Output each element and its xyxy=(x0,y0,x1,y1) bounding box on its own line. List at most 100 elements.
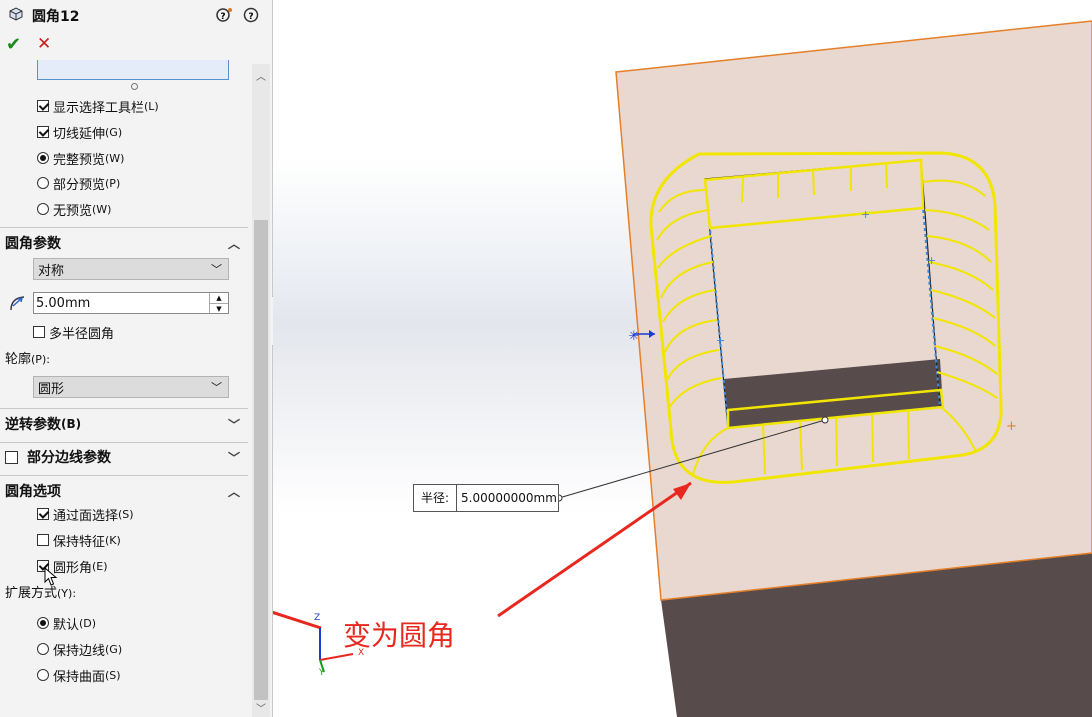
profile-select[interactable]: 圆形 ﹀ xyxy=(33,376,229,398)
section-title: 圆角参数 xyxy=(5,236,61,252)
divider xyxy=(0,227,248,228)
radius-dimension-box[interactable]: 半径: 5.00000000mm xyxy=(413,484,559,512)
spin-up-icon[interactable]: ▲ xyxy=(210,293,228,304)
chevron-down-icon[interactable]: ﹀ xyxy=(228,416,240,433)
option-label: 圆形角 xyxy=(53,560,93,576)
ok-button[interactable]: ✔ xyxy=(6,34,21,55)
section-fillet-parameters[interactable]: 圆角参数 ︿ xyxy=(0,229,248,257)
checkbox[interactable] xyxy=(33,326,45,338)
shortcut-label: (E) xyxy=(92,559,108,573)
radius-spinner[interactable]: ▲ ▼ xyxy=(209,293,228,313)
option-keep-features[interactable]: 保持特征 (K) xyxy=(37,529,121,551)
panel-scrollbar[interactable]: ︿ ﹀ xyxy=(252,64,270,717)
scroll-down-icon[interactable]: ﹀ xyxy=(256,700,266,715)
checkbox[interactable] xyxy=(37,100,49,112)
part-face[interactable] xyxy=(615,20,1092,601)
chevron-down-icon: ﹀ xyxy=(211,381,222,394)
option-full-preview[interactable]: 完整预览 (W) xyxy=(37,147,124,169)
option-label: 完整预览 xyxy=(53,152,106,168)
option-no-preview[interactable]: 无预览 (W) xyxy=(37,198,111,220)
dimension-key: 半径: xyxy=(414,485,457,511)
shortcut-label: (B) xyxy=(61,417,82,431)
shortcut-label: (W) xyxy=(105,151,125,165)
option-label: 保持曲面 xyxy=(53,669,106,685)
section-title: 圆角选项 xyxy=(5,484,61,500)
checkbox[interactable] xyxy=(37,508,49,520)
radio[interactable] xyxy=(37,203,49,215)
panel-body: 显示选择工具栏 (L) 切线延伸 (G) 完整预览 (W) 部分预览 (P) 无预览 (W… xyxy=(0,60,252,717)
option-label: 多半径圆角 xyxy=(49,326,115,342)
option-show-selection-toolbar[interactable]: 显示选择工具栏 (L) xyxy=(37,95,159,117)
profile-label: 轮廓(P): xyxy=(5,352,50,367)
origin-marker: + xyxy=(1006,419,1017,434)
checkbox[interactable] xyxy=(37,534,49,546)
section-fillet-options[interactable]: 圆角选项 ︿ xyxy=(0,477,248,505)
option-overflow-default[interactable]: 默认 (D) xyxy=(37,612,96,634)
fillet-method-select[interactable]: 对称 ﹀ xyxy=(33,258,229,280)
checkbox[interactable] xyxy=(37,126,49,138)
section-title: 逆转参数 xyxy=(5,417,61,433)
chevron-down-icon: ﹀ xyxy=(211,263,222,276)
spin-down-icon[interactable]: ▼ xyxy=(210,304,228,314)
option-select-through-faces[interactable]: 通过面选择 (S) xyxy=(37,503,134,525)
property-manager-panel: 圆角12 ? ? ✔ ✕ 显示选择工具栏 (L) 切线延伸 (G) 完整预览 (W) xyxy=(0,0,273,717)
cancel-button[interactable]: ✕ xyxy=(37,34,51,54)
leader-endpoint[interactable] xyxy=(821,416,829,424)
section-reverse-parameters[interactable]: 逆转参数 (B) ﹀ xyxy=(0,410,248,438)
dimension-value[interactable]: 5.00000000mm xyxy=(457,491,557,505)
shortcut-label: (L) xyxy=(144,99,159,113)
radio[interactable] xyxy=(37,669,49,681)
option-label: 显示选择工具栏 xyxy=(53,100,145,116)
radio[interactable] xyxy=(37,643,49,655)
shortcut-label: (W) xyxy=(92,202,112,216)
sketch-point-marker: + xyxy=(861,208,870,221)
shortcut-label: (D) xyxy=(79,616,97,630)
shortcut-label: (G) xyxy=(105,125,123,139)
shortcut-label: (G) xyxy=(105,642,123,656)
resize-handle[interactable] xyxy=(131,83,138,90)
fillet-feature-icon xyxy=(9,7,23,21)
shortcut-label: (S) xyxy=(105,668,121,682)
svg-text:?: ? xyxy=(220,12,225,22)
checkbox[interactable] xyxy=(5,450,18,464)
option-label: 保持边线 xyxy=(53,643,106,659)
option-multi-radius[interactable]: 多半径圆角 xyxy=(33,321,114,343)
radius-value: 5.00mm xyxy=(36,295,91,311)
select-value: 圆形 xyxy=(38,381,65,397)
option-label: 通过面选择 xyxy=(53,508,119,524)
panel-title: 圆角12 xyxy=(32,9,80,25)
section-partial-edge-parameters[interactable]: 部分边线参数 ﹀ xyxy=(0,443,248,471)
model-view[interactable]: + + + + ✳ xyxy=(273,0,1092,717)
option-overflow-keep-surface[interactable]: 保持曲面 (S) xyxy=(37,664,121,686)
radio[interactable] xyxy=(37,177,49,189)
radio[interactable] xyxy=(37,152,49,164)
shortcut-label: (K) xyxy=(105,533,121,547)
overflow-type-label: 扩展方式(Y): xyxy=(5,586,77,601)
graphics-viewport[interactable]: + + + + ✳ Z X Y 半径: 5.00000000mm 变为圆角 xyxy=(273,0,1092,717)
chevron-up-icon[interactable]: ︿ xyxy=(228,235,240,252)
radio[interactable] xyxy=(37,617,49,629)
divider xyxy=(0,475,248,476)
svg-text:✳: ✳ xyxy=(629,329,640,344)
annotation-text: 变为圆角 xyxy=(343,619,456,652)
detailed-preview-help-icon[interactable]: ? xyxy=(216,7,232,23)
panel-header: 圆角12 ? ? ✔ ✕ xyxy=(0,0,272,60)
select-value: 对称 xyxy=(38,263,65,279)
shortcut-label: (P) xyxy=(105,176,121,190)
option-overflow-keep-edge[interactable]: 保持边线 (G) xyxy=(37,638,122,660)
scroll-up-icon[interactable]: ︿ xyxy=(256,68,266,83)
option-label: 部分预览 xyxy=(53,177,106,193)
scroll-thumb[interactable] xyxy=(254,220,268,700)
option-tangent-propagation[interactable]: 切线延伸 (G) xyxy=(37,121,122,143)
sketch-point-marker: + xyxy=(716,334,725,347)
section-title: 部分边线参数 xyxy=(27,450,111,466)
chevron-down-icon[interactable]: ﹀ xyxy=(228,449,240,466)
radius-input[interactable]: 5.00mm ▲ ▼ xyxy=(33,292,229,314)
help-icon[interactable]: ? xyxy=(243,7,259,23)
option-partial-preview[interactable]: 部分预览 (P) xyxy=(37,172,120,194)
selection-list-box[interactable] xyxy=(37,60,229,80)
chevron-up-icon[interactable]: ︿ xyxy=(228,483,240,500)
divider xyxy=(0,408,248,409)
radius-icon xyxy=(10,296,25,311)
option-label: 保持特征 xyxy=(53,534,106,550)
